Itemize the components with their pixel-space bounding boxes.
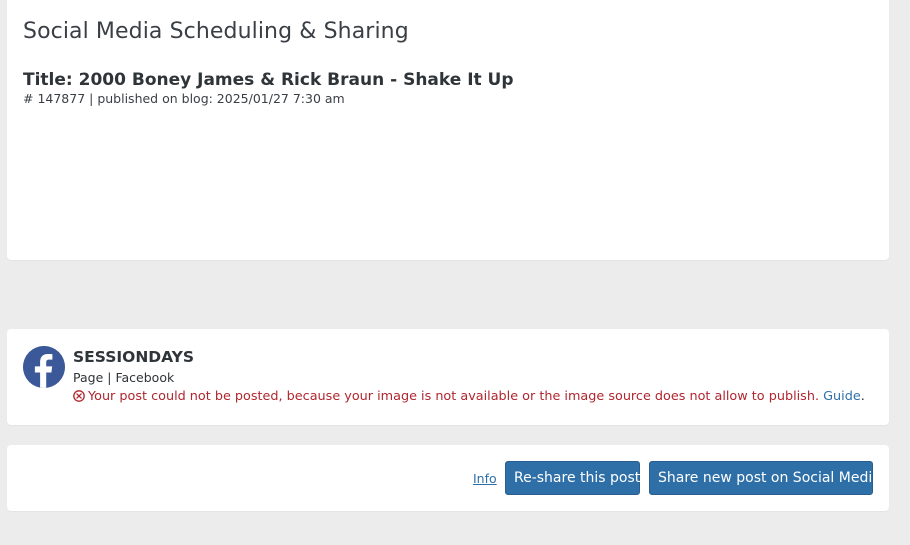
account-type: Page | Facebook <box>73 370 174 386</box>
facebook-icon <box>23 346 65 388</box>
account-network: Facebook <box>115 370 175 385</box>
page-title: Social Media Scheduling & Sharing <box>23 19 409 44</box>
account-type-separator: | <box>107 370 112 385</box>
error-circle-x-icon <box>73 390 85 407</box>
post-summary-card: Social Media Scheduling & Sharing Title:… <box>7 0 889 260</box>
post-error-message: Your post could not be posted, because y… <box>73 389 865 407</box>
guide-trailing-period: . <box>860 389 865 404</box>
reshare-post-button[interactable]: Re-share this post <box>505 461 640 495</box>
post-title: Title: 2000 Boney James & Rick Braun - S… <box>23 70 514 90</box>
post-meta: # 147877 | published on blog: 2025/01/27… <box>23 91 345 106</box>
account-kind: Page <box>73 370 104 385</box>
error-text: Your post could not be posted, because y… <box>88 389 820 404</box>
info-link[interactable]: Info <box>473 471 497 487</box>
guide-link[interactable]: Guide <box>823 389 861 404</box>
social-account-card: SESSIONDAYS Page | Facebook Your post coul… <box>7 329 889 425</box>
account-name: SESSIONDAYS <box>73 348 195 366</box>
share-new-post-button[interactable]: Share new post on Social Media <box>649 461 881 495</box>
actions-card: Info Re-share this post Share new post o… <box>7 445 889 511</box>
